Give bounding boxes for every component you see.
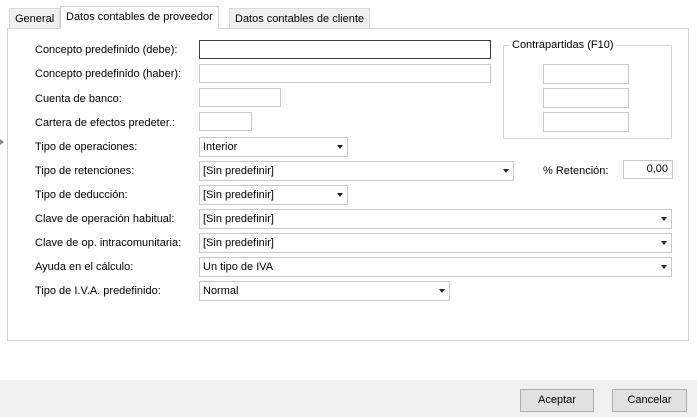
ayuda-calculo-label: Ayuda en el cálculo:: [35, 261, 134, 273]
contrapartida-field-3[interactable]: [543, 112, 629, 132]
cartera-efectos-field[interactable]: [199, 112, 252, 131]
tipo-iva-value: Normal: [203, 285, 239, 297]
tab-datos-proveedor-label: Datos contables de proveedor: [66, 11, 213, 23]
cuenta-banco-input[interactable]: [200, 89, 280, 106]
cuenta-banco-field[interactable]: [199, 88, 281, 107]
contrapartidas-group: Contrapartidas (F10): [503, 38, 672, 139]
chevron-down-icon: [661, 265, 667, 269]
tab-general-label: General: [15, 13, 55, 25]
concepto-debe-label: Concepto predefinido (debe):: [35, 44, 178, 56]
clave-operacion-select[interactable]: [Sin predefinir]: [199, 209, 672, 229]
chevron-right-icon: [0, 139, 4, 145]
tab-datos-proveedor[interactable]: Datos contables de proveedor: [60, 6, 219, 29]
chevron-down-icon: [503, 169, 509, 173]
clave-intracomunitaria-label: Clave de op. intracomunitaria:: [35, 237, 182, 249]
concepto-haber-field[interactable]: [199, 64, 491, 83]
retencion-label: % Retención:: [543, 165, 609, 177]
tipo-deduccion-label: Tipo de deducción:: [35, 189, 128, 201]
tipo-iva-select[interactable]: Normal: [199, 281, 450, 301]
concepto-haber-input[interactable]: [200, 65, 490, 82]
tipo-iva-label: Tipo de I.V.A. predefinido:: [35, 285, 161, 297]
tipo-deduccion-value: [Sin predefinir]: [203, 189, 274, 201]
clave-intracomunitaria-select[interactable]: [Sin predefinir]: [199, 233, 672, 253]
retencion-field[interactable]: 0,00: [623, 160, 673, 179]
clave-operacion-label: Clave de operación habitual:: [35, 213, 175, 225]
contrapartidas-title: Contrapartidas (F10): [510, 38, 616, 52]
cartera-efectos-label: Cartera de efectos predeter.:: [35, 117, 176, 129]
tipo-operaciones-select[interactable]: Interior: [199, 137, 348, 157]
tipo-retenciones-select[interactable]: [Sin predefinir]: [199, 161, 514, 181]
clave-operacion-value: [Sin predefinir]: [203, 213, 274, 225]
contrapartida-field-2[interactable]: [543, 88, 629, 108]
concepto-debe-input[interactable]: [200, 41, 490, 58]
tab-general[interactable]: General: [9, 8, 61, 29]
cartera-efectos-input[interactable]: [200, 113, 251, 130]
ayuda-calculo-value: Un tipo de IVA: [203, 261, 274, 273]
cuenta-banco-label: Cuenta de banco:: [35, 93, 122, 105]
tipo-retenciones-label: Tipo de retenciones:: [35, 165, 135, 177]
tipo-operaciones-label: Tipo de operaciones:: [35, 141, 138, 153]
tipo-operaciones-value: Interior: [203, 141, 238, 153]
concepto-haber-label: Concepto predefinido (haber):: [35, 68, 182, 80]
tipo-retenciones-value: [Sin predefinir]: [203, 165, 274, 177]
accept-button[interactable]: Aceptar: [520, 389, 594, 412]
concepto-debe-field[interactable]: [199, 40, 491, 59]
tab-datos-cliente-label: Datos contables de cliente: [235, 13, 365, 25]
tab-datos-cliente[interactable]: Datos contables de cliente: [229, 8, 371, 29]
chevron-down-icon: [337, 145, 343, 149]
contrapartida-field-1[interactable]: [543, 64, 629, 84]
chevron-down-icon: [439, 289, 445, 293]
cancel-button[interactable]: Cancelar: [612, 389, 687, 412]
chevron-down-icon: [661, 241, 667, 245]
chevron-down-icon: [661, 217, 667, 221]
chevron-down-icon: [337, 193, 343, 197]
tipo-deduccion-select[interactable]: [Sin predefinir]: [199, 185, 348, 205]
ayuda-calculo-select[interactable]: Un tipo de IVA: [199, 257, 672, 277]
clave-intracomunitaria-value: [Sin predefinir]: [203, 237, 274, 249]
